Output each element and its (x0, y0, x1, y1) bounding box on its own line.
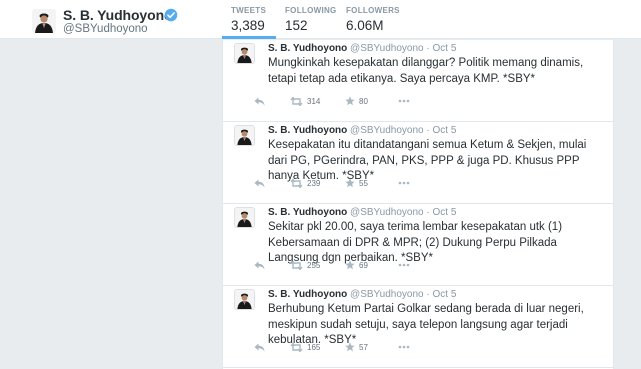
more-icon (398, 263, 410, 267)
tweet-author-name[interactable]: S. B. Yudhoyono (268, 289, 347, 300)
retweet-count: 165 (307, 342, 321, 352)
tweet-timestamp[interactable]: Oct 5 (433, 43, 457, 54)
retweet-button[interactable]: 314 (290, 96, 320, 106)
stat-following[interactable]: FOLLOWING 152 (285, 6, 337, 33)
retweet-button[interactable]: 165 (290, 342, 320, 352)
favorite-button[interactable]: 55 (345, 178, 368, 188)
retweet-icon (290, 96, 303, 106)
profile-name[interactable]: S. B. Yudhoyono (63, 7, 173, 23)
retweet-count: 239 (307, 178, 321, 188)
tweet-timestamp[interactable]: Oct 5 (433, 289, 457, 300)
tweet[interactable]: S. B. Yudhoyono @SBYudhoyono · Oct 5 Sek… (223, 204, 613, 286)
retweet-count: 255 (307, 260, 321, 270)
more-icon (398, 181, 410, 185)
favorite-button[interactable]: 69 (345, 260, 368, 270)
favorite-button[interactable]: 57 (345, 342, 368, 352)
stat-label: TWEETS (231, 6, 267, 15)
reply-icon (254, 179, 265, 187)
retweet-button[interactable]: 255 (290, 260, 320, 270)
profile-handle[interactable]: @SBYudhoyono (63, 23, 148, 35)
reply-button[interactable] (254, 178, 265, 188)
tweet-author-handle[interactable]: @SBYudhoyono (350, 207, 424, 218)
star-icon (345, 178, 355, 188)
more-button[interactable] (398, 342, 410, 352)
reply-icon (254, 261, 265, 269)
tweet-separator: · (426, 207, 430, 218)
more-icon (398, 99, 410, 103)
stat-value: 152 (285, 18, 308, 33)
reply-button[interactable] (254, 96, 265, 106)
stat-value: 6.06M (346, 18, 384, 33)
retweet-icon (290, 260, 303, 270)
tweet[interactable]: S. B. Yudhoyono @SBYudhoyono · Oct 5 Mun… (223, 40, 613, 122)
tweet-avatar[interactable] (234, 289, 255, 310)
tweet-avatar[interactable] (234, 125, 255, 146)
tweet-actions: 255 69 (254, 260, 474, 270)
star-icon (345, 96, 355, 106)
tweet-author-handle[interactable]: @SBYudhoyono (350, 289, 424, 300)
favorite-count: 80 (359, 96, 368, 106)
verified-badge-icon (164, 8, 178, 22)
more-button[interactable] (398, 260, 410, 270)
tweet-header: S. B. Yudhoyono @SBYudhoyono · Oct 5 (268, 125, 456, 136)
tweet-author-handle[interactable]: @SBYudhoyono (350, 43, 424, 54)
tweet-header: S. B. Yudhoyono @SBYudhoyono · Oct 5 (268, 207, 456, 218)
reply-button[interactable] (254, 260, 265, 270)
reply-button[interactable] (254, 342, 265, 352)
retweet-count: 314 (307, 96, 321, 106)
tweet-separator: · (426, 43, 430, 54)
profile-avatar[interactable] (32, 9, 56, 33)
tweet-author-name[interactable]: S. B. Yudhoyono (268, 207, 347, 218)
tweet-author-name[interactable]: S. B. Yudhoyono (268, 43, 347, 54)
favorite-count: 57 (359, 342, 368, 352)
favorite-count: 69 (359, 260, 368, 270)
tweet-header: S. B. Yudhoyono @SBYudhoyono · Oct 5 (268, 289, 456, 300)
tweet-text: Mungkinkah kesepakatan dilanggar? Politi… (268, 57, 584, 85)
more-icon (398, 345, 410, 349)
tweet-actions: 314 80 (254, 96, 474, 106)
tweet-author-handle[interactable]: @SBYudhoyono (350, 125, 424, 136)
tweet-actions: 239 55 (254, 178, 474, 188)
retweet-icon (290, 342, 303, 352)
tweet-timestamp[interactable]: Oct 5 (433, 207, 457, 218)
tweet[interactable]: S. B. Yudhoyono @SBYudhoyono · Oct 5 Ber… (223, 286, 613, 368)
stat-value: 3,389 (231, 18, 265, 33)
stat-tweets[interactable]: TWEETS 3,389 (231, 6, 266, 33)
favorite-count: 55 (359, 178, 368, 188)
tweet-separator: · (426, 289, 430, 300)
reply-icon (254, 343, 265, 351)
star-icon (345, 342, 355, 352)
tweet-timeline: S. B. Yudhoyono @SBYudhoyono · Oct 5 Mun… (222, 40, 614, 369)
tweet[interactable]: S. B. Yudhoyono @SBYudhoyono · Oct 5 Kes… (223, 122, 613, 204)
profile-header: S. B. Yudhoyono @SBYudhoyono TWEETS 3,38… (0, 0, 641, 39)
stat-label: FOLLOWERS (346, 6, 400, 15)
retweet-button[interactable]: 239 (290, 178, 320, 188)
tweet-timestamp[interactable]: Oct 5 (433, 125, 457, 136)
favorite-button[interactable]: 80 (345, 96, 368, 106)
star-icon (345, 260, 355, 270)
reply-icon (254, 97, 265, 105)
stat-followers[interactable]: FOLLOWERS 6.06M (346, 6, 400, 33)
tweet-author-name[interactable]: S. B. Yudhoyono (268, 125, 347, 136)
more-button[interactable] (398, 178, 410, 188)
retweet-icon (290, 178, 303, 188)
tweet-header: S. B. Yudhoyono @SBYudhoyono · Oct 5 (268, 43, 456, 54)
tweet-actions: 165 57 (254, 342, 474, 352)
tweet-separator: · (426, 125, 430, 136)
tweet-avatar[interactable] (234, 43, 255, 64)
tweet-avatar[interactable] (234, 207, 255, 228)
more-button[interactable] (398, 96, 410, 106)
stat-label: FOLLOWING (285, 6, 337, 15)
active-tab-indicator (222, 36, 276, 39)
